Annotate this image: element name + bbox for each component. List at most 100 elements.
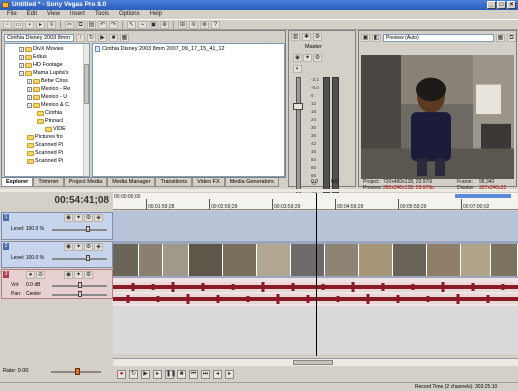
explorer-path-select[interactable]: Cinthia Disney 2003 8mm	[4, 33, 74, 42]
go-to-start-icon[interactable]: ⏮	[189, 369, 198, 379]
tree-item[interactable]: VIDE	[45, 125, 66, 133]
menu-view[interactable]: View	[42, 10, 65, 19]
preview-quality-select[interactable]: Preview (Auto)	[383, 33, 494, 42]
help-icon[interactable]: ?	[211, 20, 220, 29]
refresh-icon[interactable]: ↻	[87, 33, 96, 42]
invert-phase-icon[interactable]: ⊘	[36, 271, 45, 279]
clip-thumbnail[interactable]	[325, 244, 359, 276]
overlays-icon[interactable]: ▦	[496, 33, 505, 42]
properties-icon[interactable]: ≡	[47, 20, 56, 29]
selection-tool-icon[interactable]: ▣	[149, 20, 158, 29]
snap-icon[interactable]: ⊞	[178, 20, 187, 29]
play-from-start-icon[interactable]: ▶	[141, 369, 150, 379]
prev-frame-icon[interactable]: ◂	[213, 369, 222, 379]
cut-icon[interactable]: ✂	[65, 20, 74, 29]
fx-chain-icon[interactable]: ⚙	[313, 54, 322, 62]
tree-item[interactable]: + Mexico - U	[27, 93, 67, 101]
tree-item[interactable]: − Mexico & C	[27, 101, 69, 109]
solo-icon[interactable]: ✦	[303, 54, 312, 62]
new-icon[interactable]: ▫	[3, 20, 12, 29]
tree-item[interactable]: + Edius	[19, 53, 47, 61]
clip-thumbnail[interactable]	[491, 244, 518, 276]
tree-item[interactable]: + Mexico - Re	[27, 85, 70, 93]
tab-media-generators[interactable]: Media Generators	[224, 178, 279, 187]
clip-thumbnail[interactable]	[257, 244, 291, 276]
clip-thumbnail[interactable]	[113, 244, 139, 276]
loop-region-bar[interactable]	[455, 194, 511, 198]
mute-icon[interactable]: ◉	[64, 214, 73, 222]
clip-thumbnail[interactable]	[163, 244, 189, 276]
solo-icon[interactable]: ✦	[74, 271, 83, 279]
stop-icon[interactable]: ■	[177, 369, 186, 379]
clip-thumbnail[interactable]	[461, 244, 491, 276]
play-icon[interactable]: ▸	[153, 369, 162, 379]
pan-slider[interactable]	[78, 291, 82, 297]
track-header-audio-3[interactable]: 3 ● ⊘ ◉ ✦ ⚙ Vol: 0.0 dB Pan: Center	[1, 269, 113, 299]
copy-icon[interactable]: ⧉	[76, 20, 85, 29]
mute-icon[interactable]: ◉	[64, 271, 73, 279]
track-fx-icon[interactable]: ⚙	[84, 271, 93, 279]
clip-thumbnail[interactable]	[223, 244, 257, 276]
pause-icon[interactable]: ❚❚	[165, 369, 176, 379]
paste-icon[interactable]: ▤	[87, 20, 96, 29]
edit-tool-icon[interactable]: ↖	[127, 20, 136, 29]
tab-explorer[interactable]: Explorer	[1, 178, 34, 187]
menu-tools[interactable]: Tools	[90, 10, 114, 19]
file-item[interactable]: Cinthia Disney 2003 8mm 2007_09_17_15_41…	[95, 46, 225, 52]
track-motion-icon[interactable]: ◈	[94, 243, 103, 251]
playhead-cursor[interactable]	[316, 193, 317, 356]
insert-bus-icon[interactable]: ▥	[291, 33, 300, 41]
lock-icon[interactable]: ⊗	[200, 20, 209, 29]
track-motion-icon[interactable]: ◈	[94, 214, 103, 222]
tab-project-media[interactable]: Project Media	[63, 178, 108, 187]
preview-file-icon[interactable]: ▶	[98, 33, 107, 42]
save-icon[interactable]: ▪	[25, 20, 34, 29]
undo-icon[interactable]: ↶	[98, 20, 107, 29]
envelope-tool-icon[interactable]: ⌁	[138, 20, 147, 29]
up-folder-icon[interactable]: ↑	[76, 33, 85, 42]
track-header-video-1[interactable]: 1 ◉ ✦ ⚙ ◈ Level: 100.0 %	[1, 212, 113, 240]
clip-thumbnail[interactable]	[189, 244, 223, 276]
render-icon[interactable]: ▸	[36, 20, 45, 29]
menu-file[interactable]: File	[2, 10, 22, 19]
menu-edit[interactable]: Edit	[22, 10, 42, 19]
next-frame-icon[interactable]: ▸	[225, 369, 234, 379]
copy-snapshot-icon[interactable]: ⧉	[507, 33, 516, 42]
zoom-tool-icon[interactable]: ⊕	[160, 20, 169, 29]
clip-thumbnail[interactable]	[139, 244, 163, 276]
menu-insert[interactable]: Insert	[65, 10, 90, 19]
timeline-hscroll[interactable]	[113, 358, 518, 366]
tab-media-manager[interactable]: Media Manager	[107, 178, 156, 187]
tree-item[interactable]: − Mama Lupita's	[19, 69, 69, 77]
level-slider[interactable]	[86, 255, 90, 261]
mixer-fx-icon[interactable]: ✱	[302, 33, 311, 41]
menu-options[interactable]: Options	[114, 10, 145, 19]
tab-video-fx[interactable]: Video FX	[192, 178, 225, 187]
tree-scrollbar[interactable]	[83, 44, 89, 176]
open-icon[interactable]: ▭	[14, 20, 23, 29]
tree-item[interactable]: + HD Footage	[19, 61, 63, 69]
close-button[interactable]: ×	[507, 1, 516, 9]
arm-record-icon[interactable]: ●	[26, 271, 35, 279]
solo-icon[interactable]: ✦	[74, 243, 83, 251]
tab-transitions[interactable]: Transitions	[155, 178, 193, 187]
loop-playback-icon[interactable]: ↻	[129, 369, 138, 379]
stop-icon[interactable]: ■	[109, 33, 118, 42]
tree-item[interactable]: + Bebe Criss	[27, 77, 68, 85]
clip-thumbnail[interactable]	[393, 244, 427, 276]
tree-item[interactable]: Scanned Pi	[27, 149, 63, 157]
master-fader-knob[interactable]	[293, 103, 303, 110]
tree-item[interactable]: Cinthia	[37, 109, 62, 117]
mute-icon[interactable]: ◉	[64, 243, 73, 251]
solo-icon[interactable]: ✦	[74, 214, 83, 222]
tab-trimmer[interactable]: Trimmer	[33, 178, 64, 187]
clip-thumbnail[interactable]	[427, 244, 461, 276]
mute-icon[interactable]: ◉	[293, 54, 302, 62]
clip-thumbnail[interactable]	[359, 244, 393, 276]
go-to-end-icon[interactable]: ⏭	[201, 369, 210, 379]
pan-icon[interactable]: ◐	[293, 65, 302, 73]
menu-help[interactable]: Help	[145, 10, 167, 19]
tree-item[interactable]: Pinnacl	[37, 117, 63, 125]
preview-settings-icon[interactable]: ▣	[361, 33, 370, 42]
track-fx-icon[interactable]: ⚙	[84, 243, 93, 251]
